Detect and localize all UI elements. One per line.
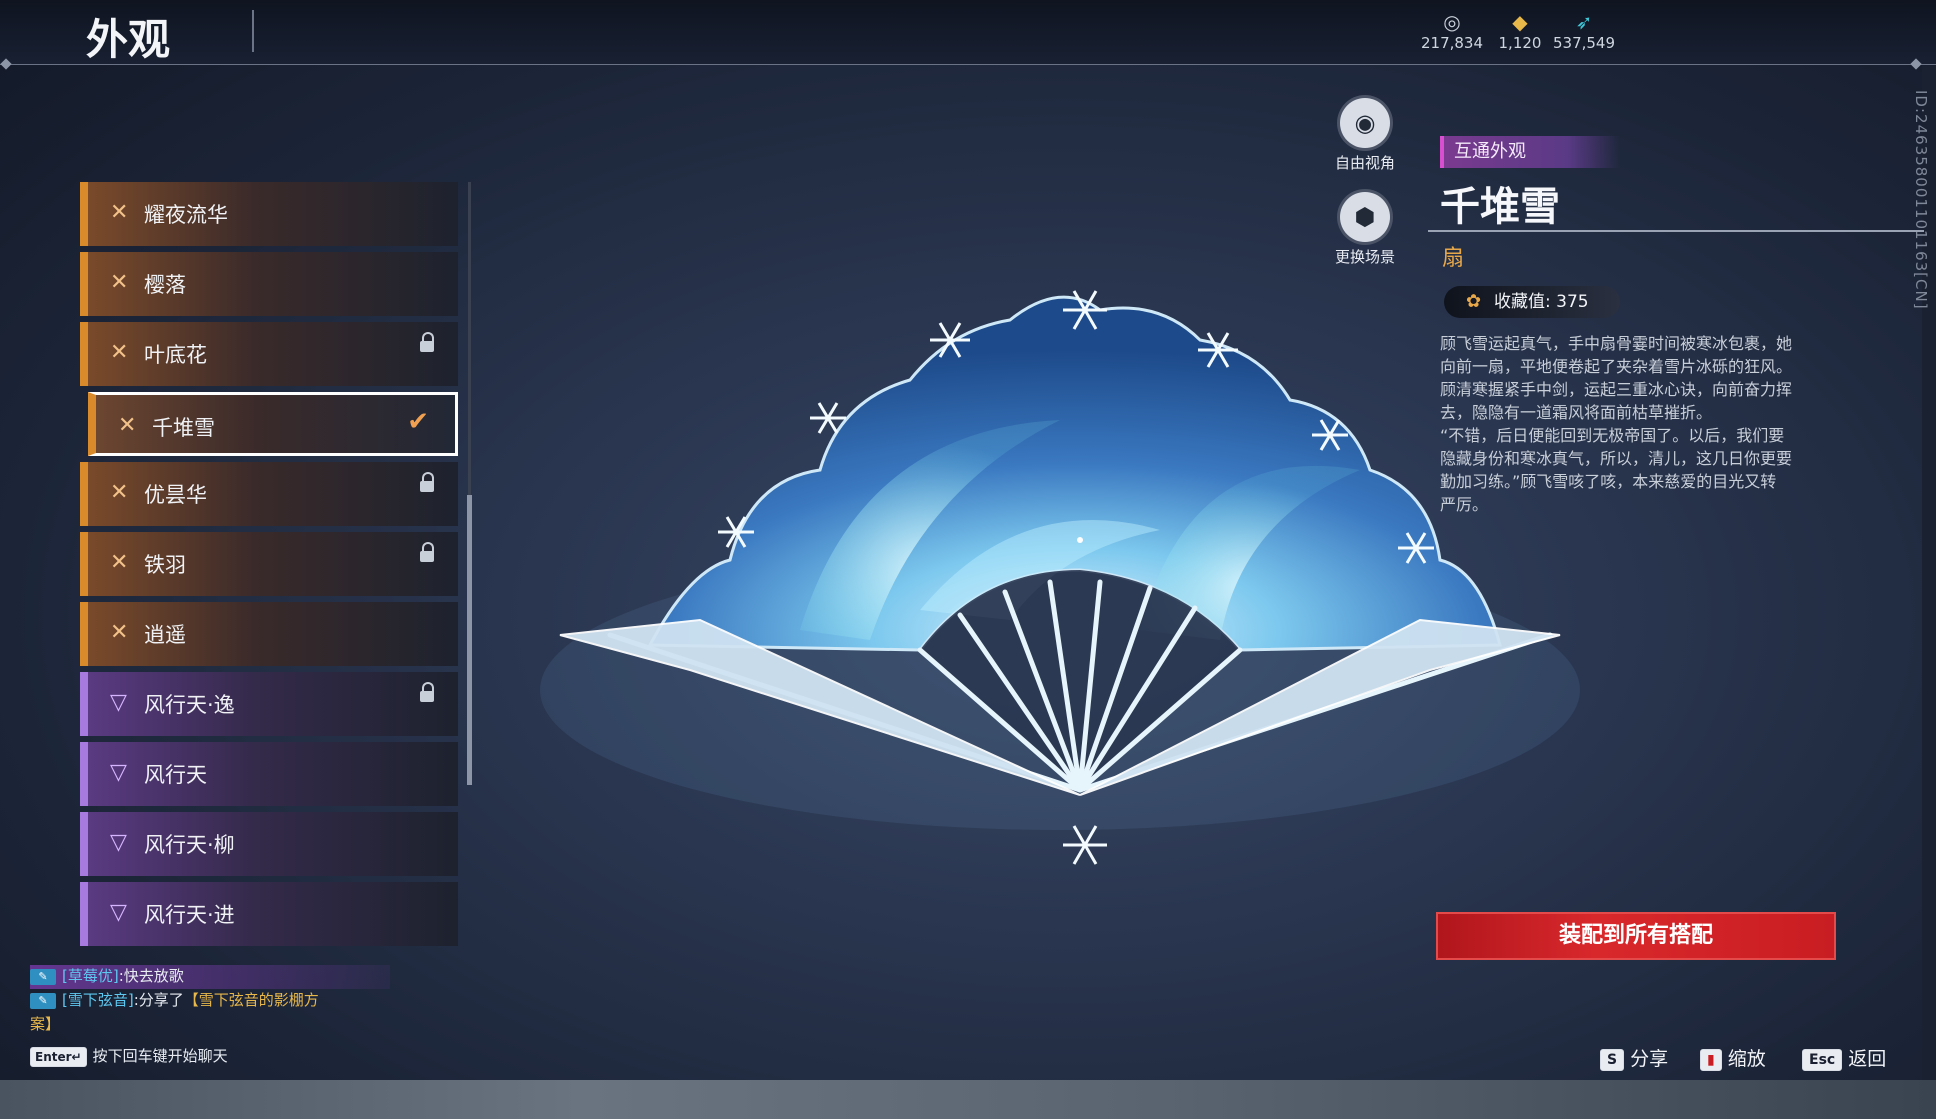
purple-rank-icon: ▽ — [110, 690, 127, 715]
list-item[interactable]: ✕ 耀夜流华 — [80, 182, 458, 246]
purple-rank-icon: ▽ — [110, 900, 127, 925]
chat-text: :分享了 — [133, 991, 184, 1009]
list-item[interactable]: ✕ 优昙华 — [80, 462, 458, 526]
free-view-button[interactable]: ◉ 自由视角 — [1330, 98, 1400, 173]
ticket-icon: ◆ — [1512, 10, 1528, 34]
list-item-label: 樱落 — [144, 273, 186, 297]
chat-channel-icon: ✎ — [30, 968, 56, 985]
list-item[interactable]: ▽ 风行天 — [80, 742, 458, 806]
lock-icon — [420, 472, 434, 492]
orange-rank-icon: ✕ — [118, 413, 137, 438]
change-scene-label: 更换场景 — [1334, 248, 1395, 266]
orange-rank-icon: ✕ — [110, 270, 129, 295]
list-item-label: 逍遥 — [144, 623, 186, 647]
orange-rank-icon: ✕ — [110, 200, 129, 225]
equip-all-button[interactable]: 装配到所有搭配 — [1436, 912, 1836, 960]
appearance-list[interactable]: ✕ 耀夜流华 ✕ 樱落 ✕ 叶底花 ✕ 千堆雪 ✔ ✕ 优昙华 ✕ 铁羽 ✕ 逍… — [80, 182, 460, 962]
currency-coin: ◎ 217,834 — [1420, 10, 1484, 52]
list-item-label: 风行天·柳 — [144, 833, 235, 857]
list-item[interactable]: ▽ 风行天·逸 — [80, 672, 458, 736]
chat-share-link[interactable]: 【雪下弦音的影棚方 — [184, 991, 319, 1009]
mouse-icon: ▮ — [1700, 1048, 1722, 1071]
share-label: 分享 — [1630, 1048, 1669, 1070]
page-title: 外观 — [86, 15, 171, 64]
change-scene-button[interactable]: ⬢ 更换场景 — [1330, 192, 1400, 267]
collect-value-badge: ✿ 收藏值: 375 — [1444, 286, 1620, 318]
chat-message: ✎ [草莓优]:快去放歌 — [30, 965, 390, 989]
title-divider — [252, 10, 254, 52]
orange-rank-icon: ✕ — [110, 340, 129, 365]
purple-rank-icon: ▽ — [110, 760, 127, 785]
top-bar: 外观 ◎ 217,834 ◆ 1,120 ➶ 537,549 — [0, 0, 1936, 65]
collect-value-label: 收藏值: 375 — [1494, 292, 1589, 312]
bottom-scenery-strip — [0, 1080, 1936, 1119]
player-id: ID:246358001101163[CN] — [1912, 90, 1930, 310]
list-item-label: 千堆雪 — [152, 416, 215, 440]
list-item-label: 叶底花 — [144, 343, 207, 367]
lock-icon — [420, 332, 434, 352]
item-name: 千堆雪 — [1440, 184, 1560, 230]
lock-icon — [420, 542, 434, 562]
free-view-label: 自由视角 — [1334, 154, 1395, 172]
back-label: 返回 — [1848, 1048, 1887, 1070]
chat-channel-icon: ✎ — [30, 992, 56, 1009]
list-item[interactable]: ✕ 叶底花 — [80, 322, 458, 386]
esc-key-icon: Esc — [1802, 1048, 1843, 1071]
name-divider — [1428, 230, 1924, 232]
chat-share-link[interactable]: 案】 — [30, 1015, 60, 1033]
coin-icon: ◎ — [1443, 10, 1461, 34]
list-item-label: 风行天·逸 — [144, 693, 235, 717]
purple-rank-icon: ▽ — [110, 830, 127, 855]
check-icon: ✔ — [407, 407, 429, 437]
list-item[interactable]: ✕ 铁羽 — [80, 532, 458, 596]
chat-message: ✎ [雪下弦音]:分享了【雪下弦音的影棚方 — [30, 989, 390, 1013]
list-item-label: 风行天 — [144, 763, 207, 787]
currency-feather: ➶ 537,549 — [1552, 10, 1616, 52]
list-item-label: 风行天·进 — [144, 903, 235, 927]
chat-hint-label: 按下回车键开始聊天 — [92, 1047, 228, 1065]
lock-icon — [420, 682, 434, 702]
list-item-label: 优昙华 — [144, 483, 207, 507]
chat-text: :快去放歌 — [118, 967, 184, 985]
list-item-label: 耀夜流华 — [144, 203, 228, 227]
list-scrollbar-thumb[interactable] — [467, 495, 472, 785]
currency-feather-value: 537,549 — [1552, 34, 1616, 52]
currency-coin-value: 217,834 — [1420, 34, 1484, 52]
chat-input-hint[interactable]: Enter↵ 按下回车键开始聊天 — [30, 1045, 228, 1067]
shared-appearance-tag: 互通外观 — [1440, 136, 1620, 168]
list-item[interactable]: ▽ 风行天·柳 — [80, 812, 458, 876]
item-description: 顾飞雪运起真气，手中扇骨霎时间被寒冰包裹，她 向前一扇，平地便卷起了夹杂着雪片冰… — [1440, 334, 1793, 514]
s-key-icon: S — [1600, 1048, 1625, 1071]
orange-rank-icon: ✕ — [110, 480, 129, 505]
cube-icon: ⬢ — [1340, 192, 1390, 242]
orange-rank-icon: ✕ — [110, 550, 129, 575]
collection-icon: ✿ — [1466, 291, 1482, 312]
list-item-label: 铁羽 — [144, 553, 186, 577]
list-item[interactable]: ✕ 樱落 — [80, 252, 458, 316]
share-hint-button[interactable]: S 分享 — [1600, 1044, 1668, 1071]
zoom-label: 缩放 — [1727, 1048, 1766, 1070]
feather-icon: ➶ — [1575, 10, 1593, 34]
back-hint-button[interactable]: Esc 返回 — [1802, 1044, 1886, 1071]
list-item[interactable]: ▽ 风行天·进 — [80, 882, 458, 946]
list-item-selected[interactable]: ✕ 千堆雪 ✔ — [88, 392, 458, 456]
chat-message: 案】 — [30, 1013, 390, 1037]
chat-panel[interactable]: ✎ [草莓优]:快去放歌 ✎ [雪下弦音]:分享了【雪下弦音的影棚方 案】 — [30, 965, 390, 1037]
zoom-hint-button[interactable]: ▮ 缩放 — [1700, 1044, 1766, 1071]
item-type: 扇 — [1442, 246, 1465, 271]
currency-ticket-value: 1,120 — [1498, 34, 1542, 52]
list-item[interactable]: ✕ 逍遥 — [80, 602, 458, 666]
chat-user[interactable]: [草莓优] — [62, 967, 119, 985]
chat-user[interactable]: [雪下弦音] — [62, 991, 134, 1009]
enter-key-icon: Enter↵ — [30, 1046, 87, 1067]
orange-rank-icon: ✕ — [110, 620, 129, 645]
currency-ticket: ◆ 1,120 — [1488, 10, 1552, 52]
camera-icon: ◉ — [1340, 98, 1390, 148]
fan-preview[interactable] — [540, 270, 1580, 880]
